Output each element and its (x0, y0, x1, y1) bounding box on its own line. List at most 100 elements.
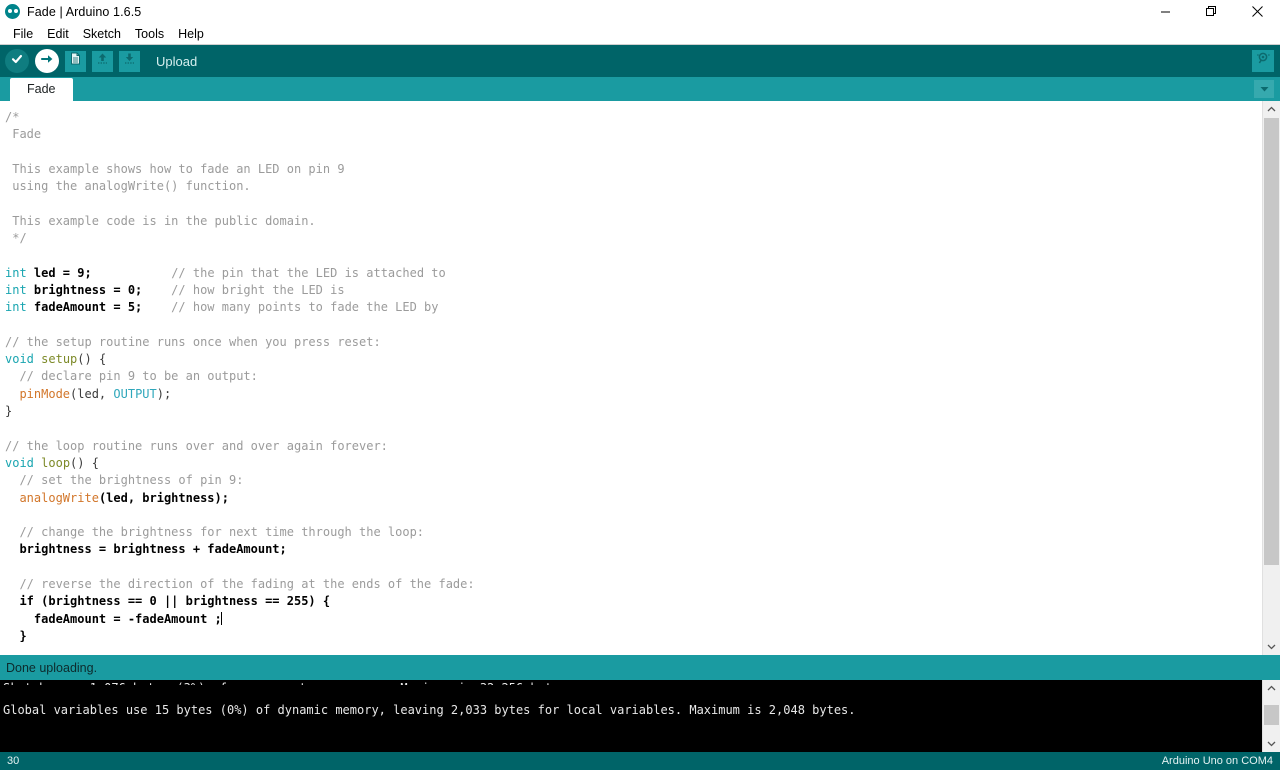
console-scroll-down-button[interactable] (1263, 735, 1280, 752)
code-line: // reverse the direction of the fading a… (5, 576, 1262, 593)
restore-button[interactable] (1188, 0, 1234, 23)
code-token: fadeAmount = 5; (26, 300, 143, 315)
code-line: if (brightness == 0 || brightness == 255… (5, 593, 1262, 610)
code-token: // reverse the direction of the fading a… (5, 577, 475, 592)
open-sketch-button[interactable] (92, 50, 113, 72)
code-line: /* (5, 109, 1262, 126)
menu-tools[interactable]: Tools (128, 24, 171, 44)
toolbar: Upload (0, 45, 1280, 77)
scroll-up-button[interactable] (1263, 101, 1280, 118)
code-token: // how bright the LED is (142, 282, 345, 297)
code-token: int (5, 300, 27, 315)
code-token: This example shows how to fade an LED on… (5, 161, 345, 176)
status-message-bar: Done uploading. (0, 655, 1280, 680)
code-editor[interactable]: /* Fade This example shows how to fade a… (0, 101, 1262, 655)
console-scrollbar[interactable] (1262, 680, 1280, 752)
magnifier-icon (1256, 51, 1271, 71)
menu-edit[interactable]: Edit (40, 24, 76, 44)
code-token: Fade (5, 127, 42, 142)
console-scroll-thumb[interactable] (1264, 704, 1279, 726)
code-line: using the analogWrite() function. (5, 178, 1262, 195)
code-line: int led = 9; // the pin that the LED is … (5, 265, 1262, 282)
code-token: // how many points to fade the LED by (142, 300, 439, 315)
code-token: /* (5, 110, 20, 124)
code-line: This example shows how to fade an LED on… (5, 161, 1262, 178)
code-token: using the analogWrite() function. (5, 179, 251, 194)
line-number-indicator: 30 (7, 755, 20, 767)
text-cursor (220, 611, 222, 625)
window-controls (1142, 0, 1280, 23)
editor-scroll-thumb[interactable] (1264, 118, 1279, 566)
scroll-down-button[interactable] (1263, 638, 1280, 655)
code-token: pinMode (19, 386, 71, 401)
code-line: brightness = brightness + fadeAmount; (5, 541, 1262, 558)
code-token: This example code is in the public domai… (5, 213, 316, 228)
code-token: void (5, 352, 34, 367)
code-token: int (5, 265, 27, 280)
code-token: () { (70, 455, 99, 470)
code-token: led = 9; (26, 265, 92, 280)
code-line: Fade (5, 126, 1262, 143)
code-line: // declare pin 9 to be an output: (5, 368, 1262, 385)
code-token: analogWrite (19, 490, 99, 505)
save-sketch-button[interactable] (119, 50, 140, 72)
code-token: () { (77, 352, 107, 367)
arduino-logo-icon (5, 4, 20, 19)
console-output[interactable]: Sketch uses 1,076 bytes (3%) of program … (0, 680, 1262, 752)
minimize-button[interactable] (1142, 0, 1188, 23)
code-line: // the setup routine runs once when you … (5, 334, 1262, 351)
code-content: /* Fade This example shows how to fade a… (0, 109, 1262, 645)
console-line: Global variables use 15 bytes (0%) of dy… (3, 703, 856, 717)
editor-scroll-track[interactable] (1263, 118, 1280, 638)
code-line: This example code is in the public domai… (5, 213, 1262, 230)
code-line: analogWrite(led, brightness); (5, 490, 1262, 507)
verify-button[interactable] (5, 49, 29, 73)
code-token: } (5, 404, 13, 419)
console-scroll-up-button[interactable] (1263, 680, 1280, 697)
code-line: } (5, 628, 1262, 645)
board-port-indicator: Arduino Uno on COM4 (1161, 755, 1273, 767)
menu-help[interactable]: Help (171, 24, 211, 44)
code-token: // declare pin 9 to be an output: (5, 369, 258, 384)
code-line: fadeAmount = -fadeAmount ; (5, 611, 1262, 628)
upload-button[interactable] (35, 49, 59, 73)
arrow-right-icon (40, 52, 54, 71)
arrow-up-icon (96, 52, 109, 70)
title-bar: Fade | Arduino 1.6.5 (0, 0, 1280, 23)
menu-file[interactable]: File (6, 24, 40, 44)
chevron-down-icon (1259, 80, 1270, 98)
code-line: void setup() { (5, 351, 1262, 368)
window-title: Fade | Arduino 1.6.5 (27, 4, 142, 19)
serial-monitor-button[interactable] (1252, 50, 1274, 72)
code-token: // change the brightness for next time t… (5, 525, 425, 540)
code-token: loop (41, 455, 71, 470)
toolbar-status-label: Upload (156, 53, 198, 69)
new-sketch-button[interactable] (65, 50, 86, 72)
close-button[interactable] (1234, 0, 1280, 23)
code-line: // set the brightness of pin 9: (5, 472, 1262, 489)
code-token: OUTPUT (113, 386, 157, 401)
code-line: // the loop routine runs over and over a… (5, 438, 1262, 455)
tab-fade[interactable]: Fade (10, 78, 73, 101)
code-token: (led, (70, 386, 114, 401)
code-token: setup (41, 352, 78, 367)
code-line: void loop() { (5, 455, 1262, 472)
console-scroll-track[interactable] (1263, 697, 1280, 735)
code-token: // set the brightness of pin 9: (5, 473, 244, 488)
code-token: // the loop routine runs over and over a… (5, 438, 388, 453)
menu-sketch[interactable]: Sketch (76, 24, 128, 44)
menu-bar: File Edit Sketch Tools Help (0, 23, 1280, 45)
code-token: } (5, 628, 27, 643)
editor-scrollbar[interactable] (1262, 101, 1280, 655)
tab-menu-button[interactable] (1254, 80, 1274, 98)
check-icon (10, 52, 24, 71)
code-line: int brightness = 0; // how bright the LE… (5, 282, 1262, 299)
code-token: brightness = brightness + fadeAmount; (5, 542, 287, 557)
code-token: // the setup routine runs once when you … (5, 334, 381, 349)
code-token: fadeAmount = -fadeAmount ; (5, 611, 222, 626)
